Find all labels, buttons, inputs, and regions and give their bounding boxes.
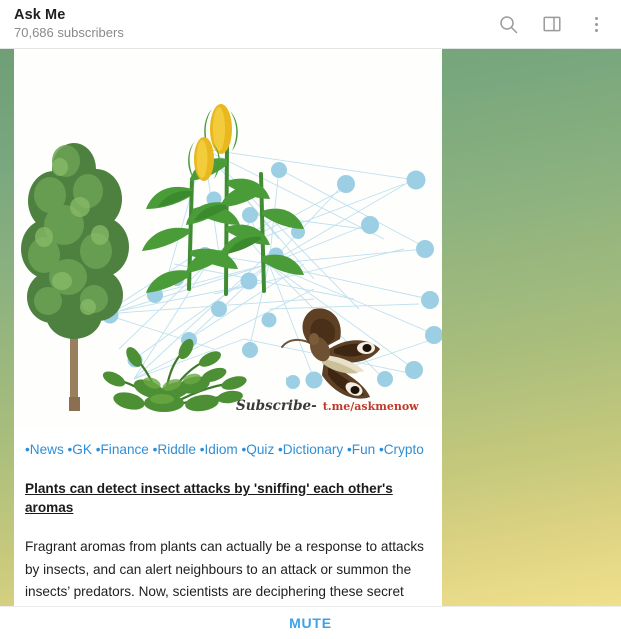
chat-header-titles[interactable]: Ask Me 70,686 subscribers [14,7,124,42]
channel-title: Ask Me [14,6,66,23]
more-dots [594,16,598,32]
hashtag-link[interactable]: •Quiz [242,442,275,457]
watermark-url: t.me/askmenow [322,400,419,413]
mute-button[interactable]: MUTE [289,615,332,631]
telegram-channel-view: Ask Me 70,686 subscribers Subscribe- t.m… [0,0,621,639]
hashtag-link[interactable]: •Fun [347,442,375,457]
search-icon[interactable] [493,9,523,39]
message-bubble[interactable]: Subscribe- t.me/askmenow •News •GK •Fina… [14,49,442,606]
hashtag-link[interactable]: •GK [68,442,92,457]
hashtag-link[interactable]: •Idiom [200,442,238,457]
more-vertical-icon[interactable] [581,9,611,39]
hashtag-links: •News •GK •Finance •Riddle •Idiom •Quiz … [25,440,431,460]
message-photo[interactable]: Subscribe- t.me/askmenow [14,49,442,429]
hashtag-link[interactable]: •Crypto [379,442,424,457]
plant-network-illustration [14,49,442,429]
hashtag-link[interactable]: •Riddle [153,442,196,457]
hashtag-link[interactable]: •Dictionary [278,442,343,457]
message-text: •News •GK •Finance •Riddle •Idiom •Quiz … [14,429,442,606]
watermark-label: Subscribe- [236,398,317,414]
subscriber-count: 70,686 subscribers [14,25,124,41]
photo-watermark: Subscribe- t.me/askmenow [236,398,419,414]
chat-wallpaper: Subscribe- t.me/askmenow •News •GK •Fina… [0,49,621,606]
article-paragraph: Fragrant aromas from plants can actually… [25,538,424,600]
chat-header: Ask Me 70,686 subscribers [0,0,621,49]
header-actions [493,9,611,39]
hashtag-link[interactable]: •Finance [96,442,149,457]
hashtag-link[interactable]: •News [25,442,64,457]
mute-bar[interactable]: MUTE [0,606,621,639]
split-view-icon[interactable] [537,9,567,39]
article-headline[interactable]: Plants can detect insect attacks by 'sni… [25,479,431,517]
